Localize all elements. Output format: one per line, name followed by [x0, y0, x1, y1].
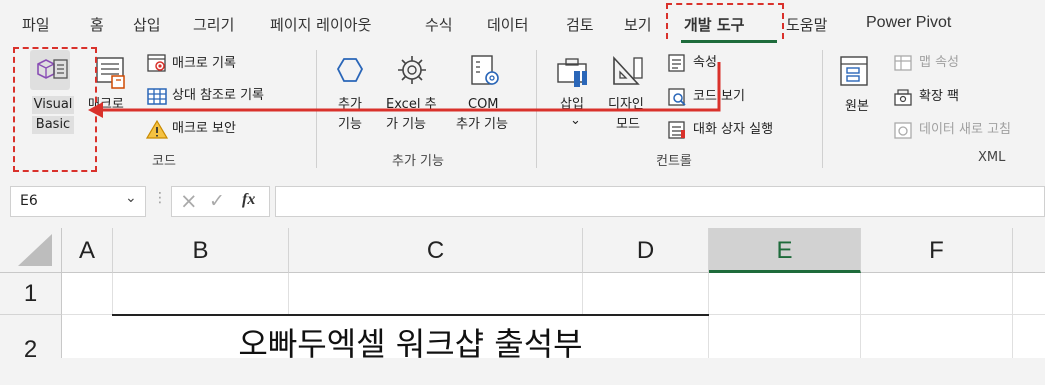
- annotation-arrow: [88, 62, 721, 118]
- column-header-a[interactable]: A: [62, 228, 113, 273]
- controls-group-label: 컨트롤: [656, 154, 692, 169]
- title-cell-top-border: [112, 314, 709, 316]
- col-gridline: [112, 273, 113, 315]
- column-header-c[interactable]: C: [289, 228, 583, 273]
- refresh-data-icon: [894, 122, 912, 139]
- tab-page-layout[interactable]: 페이지 레이아웃: [270, 14, 371, 35]
- xml-source-label[interactable]: 원본: [845, 98, 869, 116]
- macro-security-icon: [146, 119, 168, 139]
- col-gridline: [1012, 273, 1013, 358]
- tab-formulas[interactable]: 수식: [425, 14, 453, 35]
- col-gridline: [288, 273, 289, 315]
- column-header-f[interactable]: F: [861, 228, 1013, 273]
- select-all-button[interactable]: [0, 228, 62, 273]
- name-box-value: E6: [20, 193, 38, 209]
- tab-power-pivot[interactable]: Power Pivot: [866, 14, 951, 32]
- title-cell[interactable]: 오빠두엑셀 워크샵 출석부: [113, 322, 708, 358]
- xml-group-label: XML: [978, 150, 1006, 165]
- column-header-e[interactable]: E: [709, 228, 861, 273]
- tab-draw[interactable]: 그리기: [193, 14, 234, 35]
- column-header-d[interactable]: D: [583, 228, 709, 273]
- enter-icon[interactable]: ✓: [209, 190, 225, 212]
- xml-source-icon: [840, 56, 868, 86]
- run-dialog-label[interactable]: 대화 상자 실행: [693, 121, 773, 139]
- cancel-icon[interactable]: ×: [180, 189, 198, 213]
- addins-group-label: 추가 기능: [392, 154, 444, 169]
- code-group-label: 코드: [152, 154, 176, 169]
- expansion-packs-icon: [894, 89, 912, 106]
- tab-view[interactable]: 보기: [624, 14, 652, 35]
- map-properties-icon: [894, 55, 912, 71]
- formula-input[interactable]: [275, 186, 1045, 217]
- tab-file[interactable]: 파일: [22, 14, 50, 35]
- row-header-2[interactable]: 2: [0, 315, 62, 363]
- formula-bar-splitter-icon[interactable]: ⋮: [153, 190, 167, 206]
- ribbon-tab-bar: 파일 홈 삽입 그리기 페이지 레이아웃 수식 데이터 검토 보기 개발 도구 …: [0, 0, 1045, 40]
- tab-data[interactable]: 데이터: [487, 14, 528, 35]
- refresh-data-label[interactable]: 데이터 새로 고침: [919, 121, 1011, 139]
- formula-controls: × ✓ fx: [171, 186, 270, 217]
- run-dialog-icon: [668, 121, 685, 139]
- name-box[interactable]: E6 ⌄: [10, 186, 146, 217]
- tab-insert[interactable]: 삽입: [133, 14, 161, 35]
- insert-function-icon[interactable]: fx: [242, 191, 255, 209]
- tab-review[interactable]: 검토: [566, 14, 594, 35]
- name-box-chevron-icon[interactable]: ⌄: [125, 190, 137, 206]
- column-header-g-partial[interactable]: [1013, 228, 1045, 273]
- map-properties-label[interactable]: 맵 속성: [919, 54, 959, 72]
- col-gridline: [582, 273, 583, 315]
- tab-help[interactable]: 도움말: [786, 14, 827, 35]
- group-divider: [822, 50, 823, 168]
- tab-home[interactable]: 홈: [90, 14, 104, 35]
- column-header-b[interactable]: B: [113, 228, 289, 273]
- expansion-packs-label[interactable]: 확장 팩: [919, 88, 959, 106]
- col-gridline: [860, 273, 861, 358]
- visual-basic-highlight: [13, 47, 97, 172]
- macro-security-label[interactable]: 매크로 보안: [172, 120, 236, 138]
- row-header-1[interactable]: 1: [0, 273, 62, 315]
